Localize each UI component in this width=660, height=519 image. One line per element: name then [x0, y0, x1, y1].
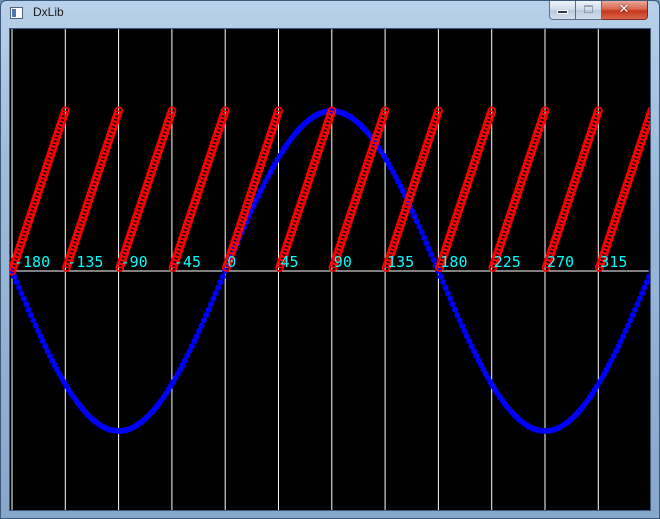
- blue-point: [437, 273, 444, 280]
- x-tick-label: 90: [334, 253, 352, 271]
- app-window-icon: [10, 7, 23, 19]
- blue-point: [18, 290, 25, 297]
- app-window: DxLib ✕ -180 -135 -90 -45 0 45 90 135 180 225 270 3…: [0, 0, 660, 519]
- blue-point: [416, 223, 423, 230]
- x-tick-label: 0: [227, 253, 236, 271]
- blue-point: [205, 306, 212, 313]
- x-tick-label: 135: [387, 253, 414, 271]
- blue-point: [425, 245, 432, 252]
- x-tick-label: -180: [14, 253, 50, 271]
- x-tick-label: -45: [174, 253, 201, 271]
- blue-point: [196, 327, 203, 334]
- blue-point: [20, 295, 27, 302]
- blue-point: [641, 284, 648, 291]
- x-tick-label: 180: [440, 253, 467, 271]
- blue-point: [35, 327, 42, 334]
- blue-point: [636, 295, 643, 302]
- blue-point: [632, 306, 639, 313]
- blue-point: [203, 312, 210, 319]
- close-button[interactable]: ✕: [602, 1, 648, 20]
- blue-point: [414, 218, 421, 225]
- blue-point: [421, 234, 428, 241]
- blue-point: [629, 312, 636, 319]
- blue-point: [210, 295, 217, 302]
- x-tick-label: -135: [67, 253, 103, 271]
- blue-point: [23, 301, 30, 308]
- blue-point: [193, 333, 200, 340]
- blue-point: [451, 306, 458, 313]
- blue-point: [428, 251, 435, 258]
- blue-point: [459, 322, 466, 329]
- blue-point: [442, 284, 449, 291]
- blue-point: [423, 240, 430, 247]
- plot-canvas: -180 -135 -90 -45 0 45 90 135 180 225 270 315: [10, 29, 650, 510]
- x-tick-label: 45: [281, 253, 299, 271]
- blue-point: [447, 295, 454, 302]
- blue-point: [430, 256, 437, 263]
- maximize-button[interactable]: [576, 1, 602, 20]
- blue-point: [219, 273, 226, 280]
- blue-point: [456, 317, 463, 324]
- blue-point: [634, 301, 641, 308]
- blue-point: [25, 306, 32, 313]
- title-bar[interactable]: DxLib ✕: [1, 1, 659, 28]
- blue-point: [624, 322, 631, 329]
- window-title: DxLib: [33, 5, 64, 19]
- red-sawtooth-series: [10, 106, 650, 276]
- blue-point: [648, 268, 650, 274]
- blue-point: [622, 327, 629, 334]
- minimize-button[interactable]: [549, 1, 576, 20]
- blue-point: [454, 312, 461, 319]
- blue-point: [643, 279, 650, 286]
- maximize-icon: [584, 5, 593, 13]
- blue-point: [646, 273, 650, 280]
- blue-point: [440, 279, 447, 286]
- canvas-area: -180 -135 -90 -45 0 45 90 135 180 225 270 315: [9, 28, 651, 511]
- blue-point: [461, 327, 468, 334]
- x-tick-label: 270: [547, 253, 574, 271]
- blue-point: [13, 279, 20, 286]
- blue-point: [16, 284, 23, 291]
- blue-point: [449, 301, 456, 308]
- x-tick-label: 315: [600, 253, 627, 271]
- blue-point: [444, 290, 451, 297]
- blue-point: [200, 317, 207, 324]
- blue-point: [217, 279, 224, 286]
- blue-point: [212, 290, 219, 297]
- minimize-icon: [558, 11, 567, 13]
- blue-point: [620, 333, 627, 340]
- blue-point: [198, 322, 205, 329]
- close-icon: ✕: [618, 2, 630, 17]
- blue-point: [411, 213, 418, 220]
- blue-point: [418, 229, 425, 236]
- blue-point: [215, 284, 222, 291]
- blue-point: [30, 317, 37, 324]
- blue-point: [639, 290, 646, 297]
- x-tick-label: 225: [494, 253, 521, 271]
- blue-point: [27, 312, 34, 319]
- x-tick-labels: -180 -135 -90 -45 0 45 90 135 180 225 270 315: [14, 253, 627, 271]
- blue-point: [207, 301, 214, 308]
- blue-point: [32, 322, 39, 329]
- x-tick-label: -90: [121, 253, 148, 271]
- blue-point: [627, 317, 634, 324]
